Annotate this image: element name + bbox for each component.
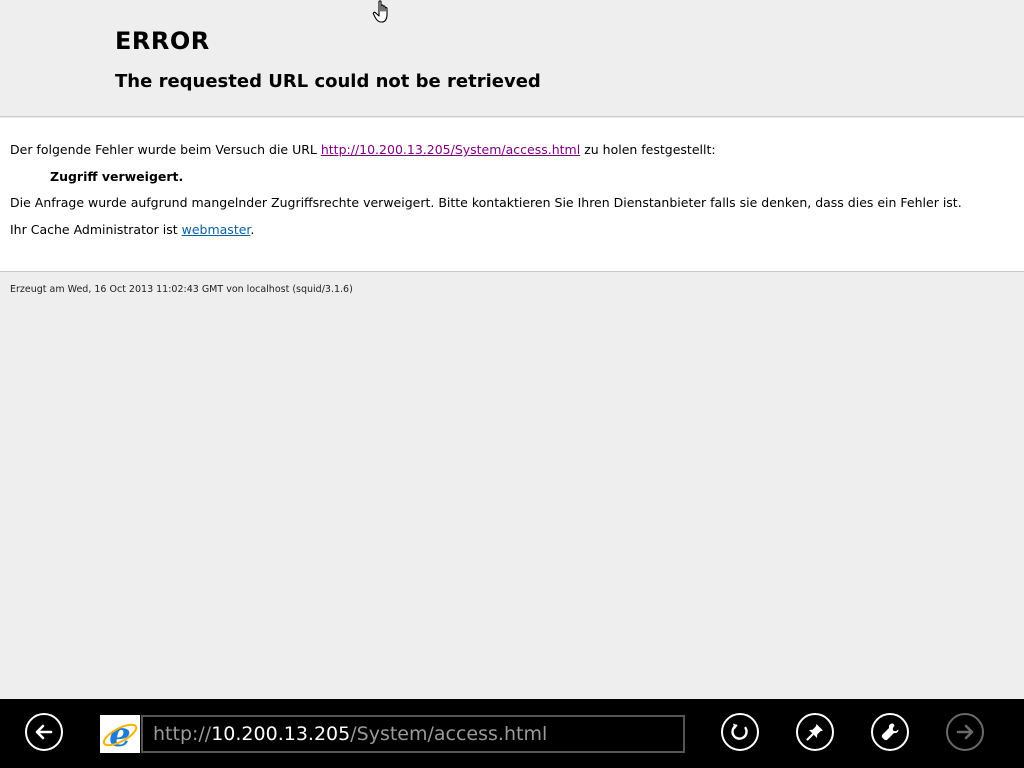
error-url-link[interactable]: http://10.200.13.205/System/access.html <box>321 142 580 157</box>
page-title: ERROR <box>115 27 210 55</box>
footer-text: Erzeugt am Wed, 16 Oct 2013 11:02:43 GMT… <box>10 284 353 295</box>
error-url-message: Der folgende Fehler wurde beim Versuch d… <box>10 142 716 157</box>
refresh-button[interactable] <box>721 713 759 751</box>
ie-logo-icon: e <box>102 715 138 755</box>
arrow-left-icon <box>35 724 53 740</box>
admin-message: Ihr Cache Administrator ist webmaster. <box>10 222 255 237</box>
refresh-icon <box>731 723 748 740</box>
webmaster-link[interactable]: webmaster <box>182 222 251 237</box>
wrench-icon <box>881 723 899 741</box>
error-description: Die Anfrage wurde aufgrund mangelnder Zu… <box>10 195 962 210</box>
page-subtitle: The requested URL could not be retrieved <box>115 71 541 92</box>
address-host: 10.200.13.205 <box>211 723 351 745</box>
address-bar[interactable]: http://10.200.13.205/System/access.html <box>141 715 685 753</box>
error-reason: Zugriff verweigert. <box>50 169 184 184</box>
page-tools-button[interactable] <box>871 713 909 751</box>
back-button[interactable] <box>25 713 63 751</box>
address-path: /System/access.html <box>350 723 548 745</box>
pin-button[interactable] <box>796 713 834 751</box>
hand-cursor-icon <box>372 0 388 23</box>
svg-text:e: e <box>109 715 131 753</box>
error-content: Der folgende Fehler wurde beim Versuch d… <box>0 118 1024 272</box>
forward-button[interactable] <box>946 713 984 751</box>
internet-explorer-logo: e <box>100 715 140 755</box>
pin-icon <box>806 724 823 741</box>
error-header: ERROR The requested URL could not be ret… <box>0 0 1024 117</box>
arrow-right-icon <box>956 724 974 740</box>
address-scheme: http:// <box>153 723 212 745</box>
